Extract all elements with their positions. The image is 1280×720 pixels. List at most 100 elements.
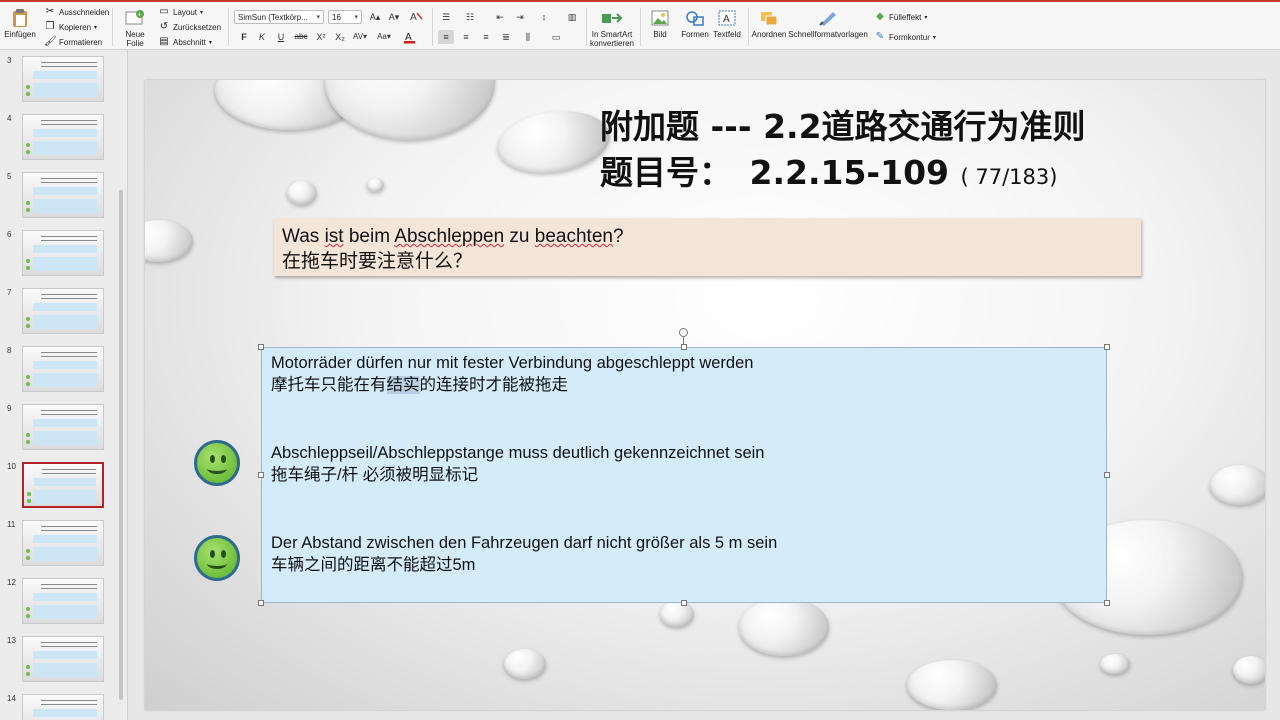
- bullets-icon[interactable]: ☰: [438, 10, 454, 24]
- char-spacing-icon[interactable]: AV▾: [352, 30, 368, 44]
- resize-handle[interactable]: [1104, 600, 1110, 606]
- slide-thumbnail[interactable]: 13: [0, 633, 127, 691]
- slide-thumbnail[interactable]: 10: [0, 459, 127, 517]
- answer-box[interactable]: Motorräder dürfen nur mit fester Verbind…: [261, 347, 1107, 603]
- smiley-icon: [194, 440, 240, 486]
- text-direction-icon[interactable]: ⫼: [520, 30, 536, 44]
- decrease-indent-icon[interactable]: ⇤: [492, 10, 508, 24]
- divider: [228, 8, 229, 46]
- slide-number: 10: [7, 462, 16, 471]
- shapes-icon: [684, 8, 706, 28]
- increase-font-button[interactable]: A▴: [367, 10, 383, 24]
- answer-german: Motorräder dürfen nur mit fester Verbind…: [271, 354, 754, 372]
- slide-preview: [22, 172, 104, 218]
- shape-fill-button[interactable]: ◆ Fülleffekt ▾: [874, 11, 927, 23]
- change-case-icon[interactable]: Aa▾: [376, 30, 392, 44]
- resize-handle[interactable]: [681, 344, 687, 350]
- slide-thumbnail[interactable]: 9: [0, 401, 127, 459]
- answer-item: Abschleppseil/Abschleppstange muss deutl…: [271, 442, 1097, 486]
- answer-chinese: 车辆之间的距离不能超过5m: [271, 556, 476, 574]
- question-box[interactable]: Was ist beim Abschleppen zu beachten? 在拖…: [274, 218, 1141, 276]
- align-text-icon[interactable]: ▭: [548, 30, 564, 44]
- bold-button[interactable]: F: [236, 30, 252, 44]
- chevron-down-icon: ▾: [354, 14, 358, 21]
- reset-icon: ↺: [159, 21, 169, 32]
- columns-icon[interactable]: ▥: [564, 10, 580, 24]
- slide-number: 14: [7, 694, 16, 703]
- water-drop: [907, 660, 997, 710]
- slide-preview: [22, 694, 104, 720]
- resize-handle[interactable]: [681, 600, 687, 606]
- paste-button[interactable]: Einfügen: [4, 8, 36, 39]
- section-button[interactable]: ▤ Abschnitt ▾: [158, 36, 212, 48]
- resize-handle[interactable]: [1104, 472, 1110, 478]
- scissors-icon: ✂: [45, 6, 55, 17]
- water-drop: [367, 178, 384, 192]
- question-german: Was ist beim Abschleppen zu beachten?: [282, 226, 624, 247]
- textbox-button[interactable]: A Textfeld: [712, 8, 742, 39]
- resize-handle[interactable]: [1104, 344, 1110, 350]
- answer-chinese: 摩托车只能在有结实的连接时才能被拖走: [271, 376, 568, 394]
- strikethrough-button[interactable]: abc: [293, 30, 309, 44]
- align-center-icon[interactable]: ≡: [458, 30, 474, 44]
- shapes-button[interactable]: Formen: [680, 8, 710, 39]
- insert-picture-button[interactable]: Bild: [646, 8, 674, 39]
- slide-title[interactable]: 附加题 --- 2.2道路交通行为准则 题目号： 2.2.15-109 ( 77…: [600, 104, 1086, 200]
- slide-thumbnail[interactable]: 11: [0, 517, 127, 575]
- reset-button[interactable]: ↺ Zurücksetzen: [158, 21, 221, 33]
- format-painter-button[interactable]: 🖌 Formatieren: [44, 36, 102, 48]
- resize-handle[interactable]: [258, 600, 264, 606]
- thumbnail-scrollbar[interactable]: [119, 190, 123, 700]
- resize-handle[interactable]: [258, 472, 264, 478]
- arrange-button[interactable]: Anordnen: [752, 8, 786, 39]
- slide-number: 4: [7, 114, 12, 123]
- section-icon: ▤: [159, 36, 169, 47]
- divider: [112, 8, 113, 46]
- underline-button[interactable]: U: [273, 30, 289, 44]
- clear-format-icon[interactable]: A: [408, 10, 424, 24]
- water-drop: [660, 601, 694, 627]
- align-left-icon[interactable]: ≡: [438, 30, 454, 44]
- slide-thumbnail[interactable]: 12: [0, 575, 127, 633]
- smartart-button[interactable]: In SmartArt konvertieren: [588, 8, 636, 48]
- rotation-handle[interactable]: [679, 328, 688, 337]
- font-color-button[interactable]: A: [402, 30, 418, 44]
- textbox-icon: A: [716, 8, 738, 28]
- font-name-select[interactable]: SimSun (Textkörp... ▾: [234, 10, 324, 24]
- answer-item: Motorräder dürfen nur mit fester Verbind…: [271, 352, 1097, 396]
- layout-button[interactable]: ▭ Layout ▾: [158, 6, 203, 18]
- slide-thumbnail[interactable]: 7: [0, 285, 127, 343]
- slide-thumbnail[interactable]: 5: [0, 169, 127, 227]
- slide-thumbnail[interactable]: 14: [0, 691, 127, 720]
- line-spacing-icon[interactable]: ↕: [536, 10, 552, 24]
- layout-icon: ▭: [159, 6, 169, 17]
- font-size-select[interactable]: 16 ▾: [328, 10, 362, 24]
- increase-indent-icon[interactable]: ⇥: [512, 10, 528, 24]
- svg-text:+: +: [138, 12, 142, 19]
- slide-number: 13: [7, 636, 16, 645]
- shape-outline-button[interactable]: ✎ Formkontur ▾: [874, 31, 936, 43]
- cut-button[interactable]: ✂ Ausschneiden: [44, 6, 109, 18]
- slide-thumbnail[interactable]: 3: [0, 53, 127, 111]
- justify-icon[interactable]: ≣: [498, 30, 514, 44]
- slide-preview: [22, 114, 104, 160]
- superscript-button[interactable]: X²: [313, 30, 329, 44]
- copy-button[interactable]: ❐ Kopieren ▾: [44, 21, 98, 33]
- picture-icon: [649, 8, 671, 28]
- slide-thumbnail[interactable]: 6: [0, 227, 127, 285]
- slide-thumbnail[interactable]: 4: [0, 111, 127, 169]
- italic-button[interactable]: K: [254, 30, 270, 44]
- new-slide-button[interactable]: + Neue Folie: [117, 8, 153, 48]
- question-chinese: 在拖车时要注意什么？: [282, 251, 473, 272]
- quick-styles-button[interactable]: Schnellformatvorlagen: [788, 8, 868, 39]
- slide-thumbnail-pane: 3 4 5 6 7 8 9 10 11 12 13 14: [0, 50, 128, 720]
- subscript-button[interactable]: X₂: [332, 30, 348, 44]
- slide-number: 8: [7, 346, 12, 355]
- align-right-icon[interactable]: ≡: [478, 30, 494, 44]
- water-drop: [739, 598, 829, 656]
- resize-handle[interactable]: [258, 344, 264, 350]
- decrease-font-button[interactable]: A▾: [386, 10, 402, 24]
- numbering-icon[interactable]: ☷: [462, 10, 478, 24]
- water-drop: [325, 80, 495, 140]
- slide-thumbnail[interactable]: 8: [0, 343, 127, 401]
